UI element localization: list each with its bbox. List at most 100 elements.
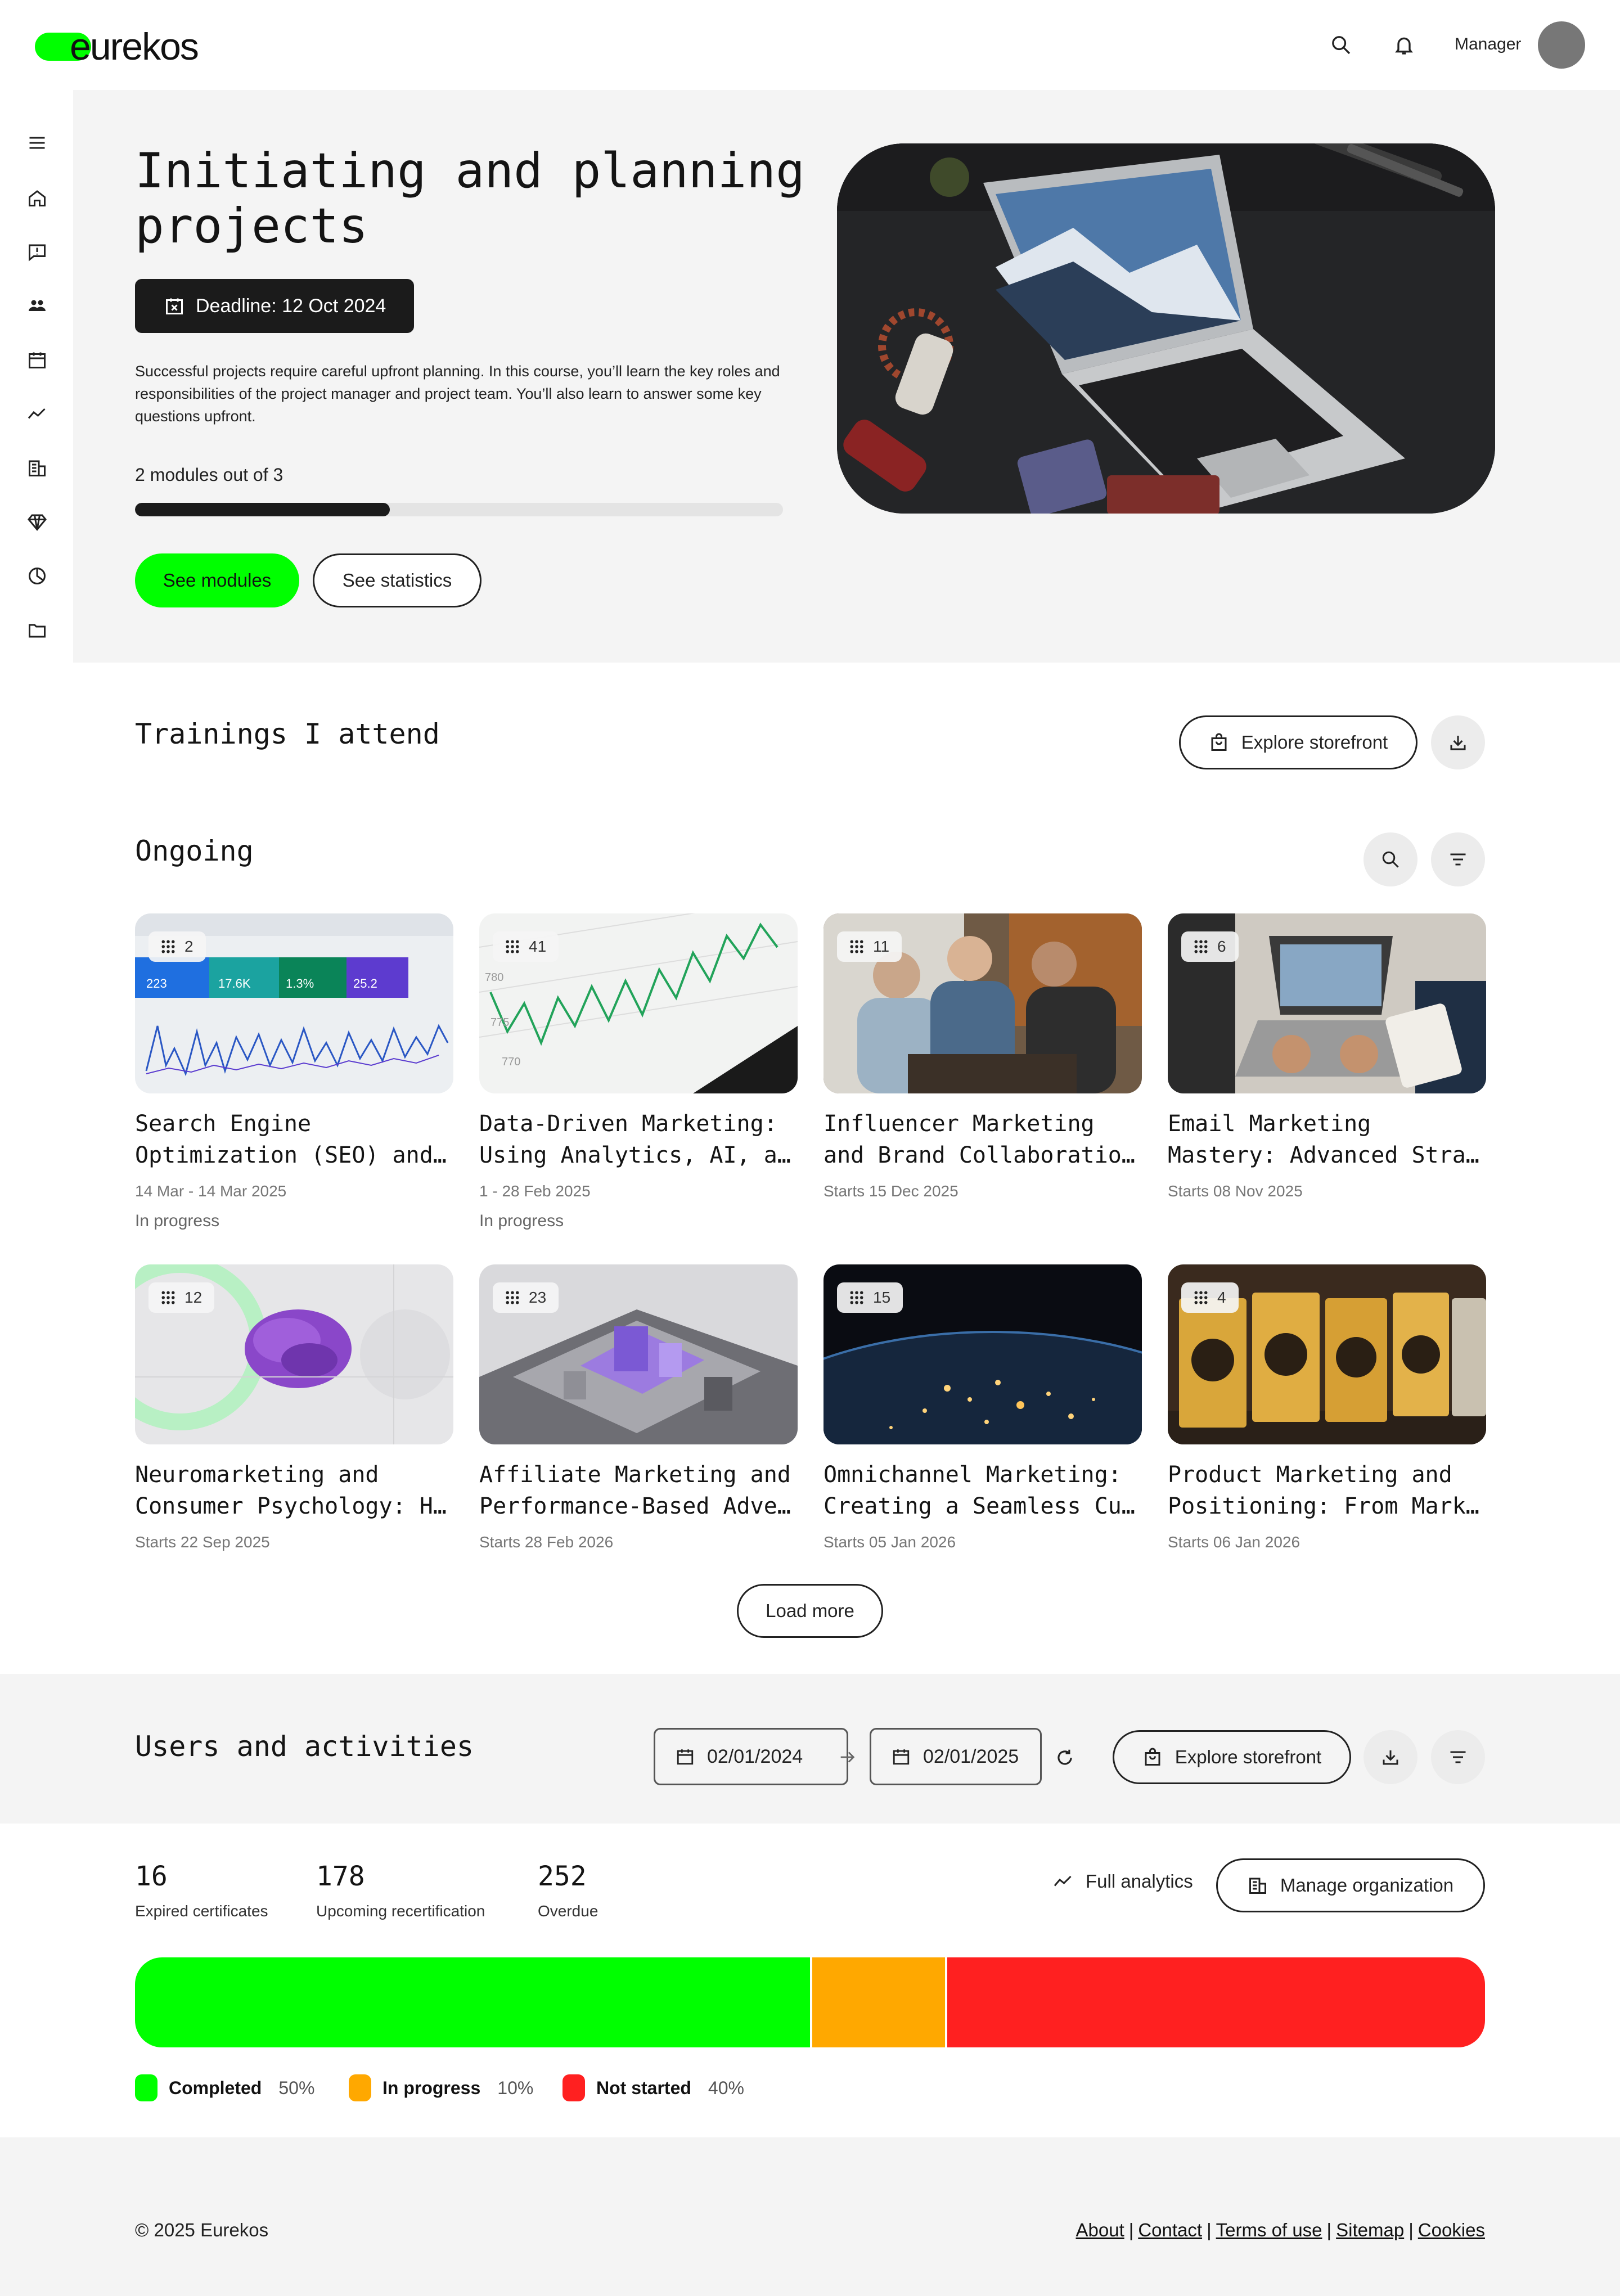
users-explore-storefront-button[interactable]: Explore storefront (1113, 1730, 1351, 1784)
footer-link-sitemap[interactable]: Sitemap (1336, 2220, 1404, 2241)
legend-percent: 10% (497, 2077, 534, 2098)
pie-chart-icon[interactable] (22, 561, 52, 591)
grid-icon (161, 940, 175, 953)
search-icon[interactable] (1324, 28, 1358, 62)
overdue-label: Overdue (538, 1902, 598, 1920)
course-card[interactable]: 11 Influencer Marketing and Brand Collab… (824, 913, 1142, 1200)
date-to-field[interactable]: 02/01/2025 (870, 1728, 1042, 1785)
footer-link-about[interactable]: About (1076, 2220, 1124, 2241)
avatar[interactable] (1538, 21, 1585, 69)
home-icon[interactable] (22, 183, 52, 213)
date-from-field[interactable]: 02/01/2024 (654, 1728, 848, 1785)
full-analytics-link[interactable]: Full analytics (1051, 1871, 1193, 1892)
module-count: 2 (184, 938, 194, 955)
course-date: Starts 06 Jan 2026 (1168, 1533, 1300, 1551)
manage-organization-label: Manage organization (1280, 1875, 1454, 1896)
calendar-x-icon (166, 298, 183, 314)
footer-link-cookies[interactable]: Cookies (1418, 2220, 1485, 2241)
course-card[interactable]: 6 Email Marketing Mastery: Advanced Stra… (1168, 913, 1486, 1200)
svg-text:25.2: 25.2 (353, 976, 377, 991)
course-title: Initiating and planning projects (135, 143, 805, 254)
not-started-segment (945, 1957, 1485, 2047)
legend-in-progress: In progress 10% (349, 2074, 533, 2101)
user-role-label[interactable]: Manager (1455, 35, 1521, 54)
shopping-bag-icon (1145, 1748, 1160, 1766)
legend-completed: Completed 50% (135, 2074, 314, 2101)
folder-icon[interactable] (22, 615, 52, 645)
download-button[interactable] (1431, 715, 1485, 769)
modules-progress-text: 2 modules out of 3 (135, 465, 284, 485)
course-card[interactable]: 23 Affiliate Marketing and Performance-B… (479, 1264, 798, 1551)
course-description: Successful projects require careful upfr… (135, 363, 780, 425)
course-title-line-2: Positioning: From Mark… (1168, 1493, 1479, 1519)
reset-icon[interactable] (1052, 1745, 1078, 1771)
users-download-button[interactable] (1364, 1730, 1418, 1784)
see-modules-button[interactable]: See modules (135, 553, 299, 607)
legend-not-started: Not started 40% (562, 2074, 744, 2101)
course-title-line-2: Optimization (SEO) and… (135, 1142, 447, 1168)
grid-icon (506, 940, 519, 953)
course-title-line-2: Mastery: Advanced Stra… (1168, 1142, 1479, 1168)
course-title-line-1: Search Engine (135, 1111, 312, 1137)
calendar-icon[interactable] (22, 345, 52, 375)
trainings-title: Trainings I attend (135, 718, 440, 750)
svg-text:1.3%: 1.3% (286, 976, 314, 991)
course-title-line-2: Consumer Psychology: H… (135, 1493, 447, 1519)
diamond-icon[interactable] (22, 507, 52, 537)
course-date: Starts 05 Jan 2026 (824, 1533, 956, 1551)
course-thumbnail: 15 (824, 1264, 1142, 1444)
analytics-icon (1054, 1875, 1072, 1887)
not-started-swatch (562, 2074, 585, 2101)
course-card[interactable]: 15 Omnichannel Marketing: Creating a Sea… (824, 1264, 1142, 1551)
see-statistics-button[interactable]: See statistics (313, 553, 482, 607)
filter-icon (1450, 1751, 1466, 1763)
full-analytics-label: Full analytics (1086, 1871, 1193, 1892)
feedback-icon[interactable] (22, 237, 52, 267)
module-count-badge: 11 (837, 931, 902, 962)
logo-text: eurekos (70, 25, 199, 68)
course-thumbnail: 223 17.6K 1.3% 25.2 2 (135, 913, 453, 1093)
load-more-button[interactable]: Load more (737, 1584, 883, 1638)
module-count-badge: 23 (493, 1282, 559, 1313)
users-filter-button[interactable] (1431, 1730, 1485, 1784)
module-count-badge: 15 (837, 1282, 903, 1313)
logo[interactable]: eurekos (35, 25, 226, 68)
ongoing-search-button[interactable] (1364, 832, 1418, 886)
download-icon (1383, 1750, 1398, 1765)
grid-icon (161, 1291, 175, 1304)
module-count-badge: 6 (1181, 931, 1239, 962)
course-card[interactable]: 223 17.6K 1.3% 25.2 2 Search Engine Opti… (135, 913, 453, 1231)
grid-icon (850, 1291, 863, 1304)
legend-label: Completed (169, 2077, 262, 2098)
module-count: 11 (873, 938, 890, 955)
bell-icon[interactable] (1387, 28, 1421, 62)
course-thumbnail: 6 (1168, 913, 1486, 1093)
legend-label: Not started (596, 2077, 691, 2098)
course-card[interactable]: 4 Product Marketing and Positioning: Fro… (1168, 1264, 1486, 1551)
module-count: 15 (873, 1289, 891, 1306)
organization-icon[interactable] (22, 453, 52, 483)
course-date: Starts 22 Sep 2025 (135, 1533, 270, 1551)
legend-percent: 40% (708, 2077, 744, 2098)
explore-storefront-button[interactable]: Explore storefront (1179, 715, 1418, 769)
legend-label: In progress (382, 2077, 481, 2098)
grid-icon (1194, 940, 1208, 953)
users-icon[interactable] (22, 291, 52, 321)
ongoing-filter-button[interactable] (1431, 832, 1485, 886)
footer-link-contact[interactable]: Contact (1138, 2220, 1202, 2241)
course-title-line-2: and Brand Collaboratio… (824, 1142, 1135, 1168)
svg-text:17.6K: 17.6K (218, 976, 251, 991)
menu-icon[interactable] (22, 128, 52, 157)
course-date: Starts 08 Nov 2025 (1168, 1182, 1303, 1200)
course-card[interactable]: 12 Neuromarketing and Consumer Psycholog… (135, 1264, 453, 1551)
footer-link-terms[interactable]: Terms of use (1216, 2220, 1322, 2241)
filter-icon (1450, 853, 1466, 866)
course-title-line-2: Using Analytics, AI, a… (479, 1142, 791, 1168)
manage-organization-button[interactable]: Manage organization (1216, 1858, 1485, 1912)
completed-segment (135, 1957, 810, 2047)
module-count: 23 (529, 1289, 547, 1306)
analytics-icon[interactable] (22, 399, 52, 429)
course-date: 14 Mar - 14 Mar 2025 (135, 1182, 287, 1200)
course-card[interactable]: 780 775 770 41 Data-Driven Marketing: Us… (479, 913, 798, 1231)
footer-links: About | Contact | Terms of use | Sitemap | C… (1076, 2220, 1486, 2241)
